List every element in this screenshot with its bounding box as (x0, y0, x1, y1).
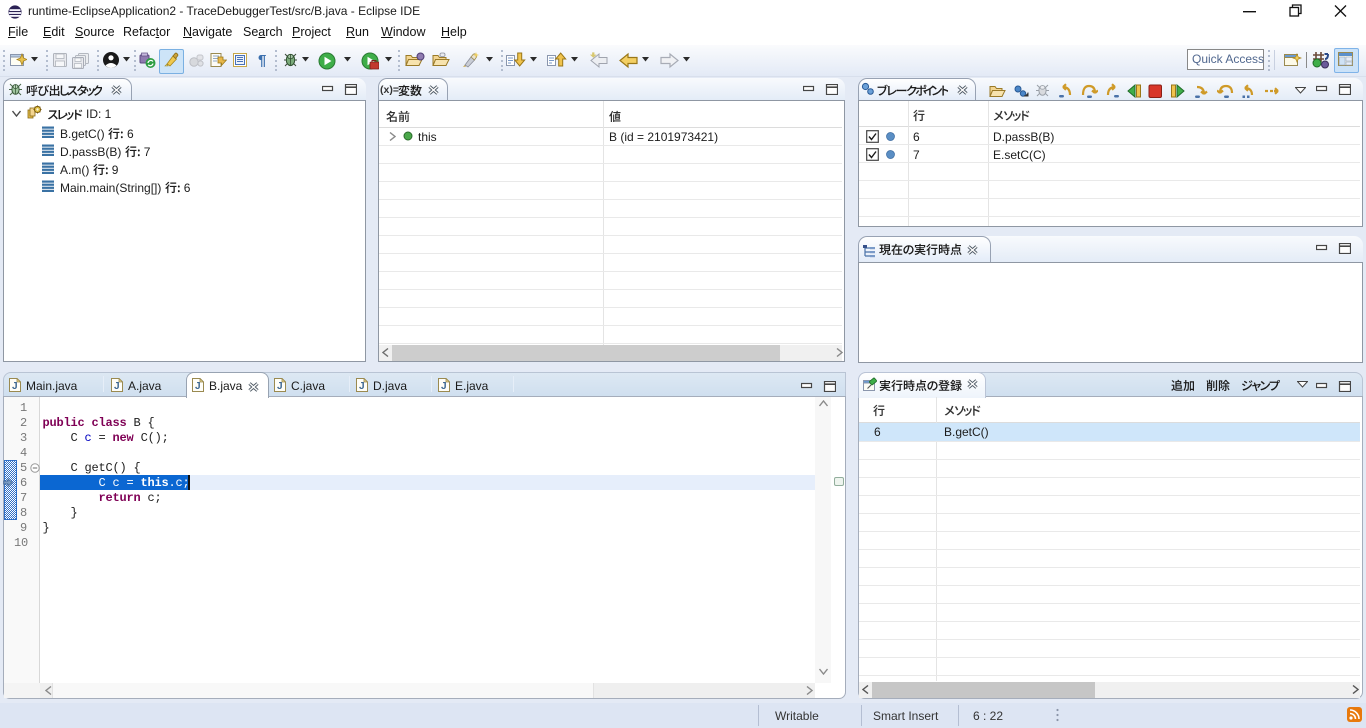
svg-text:J: J (441, 381, 447, 392)
svg-text:J: J (277, 381, 283, 392)
svg-text:J: J (195, 381, 201, 392)
svg-text:J: J (359, 381, 365, 392)
svg-text:J: J (114, 381, 120, 392)
svg-text:J: J (12, 381, 18, 392)
